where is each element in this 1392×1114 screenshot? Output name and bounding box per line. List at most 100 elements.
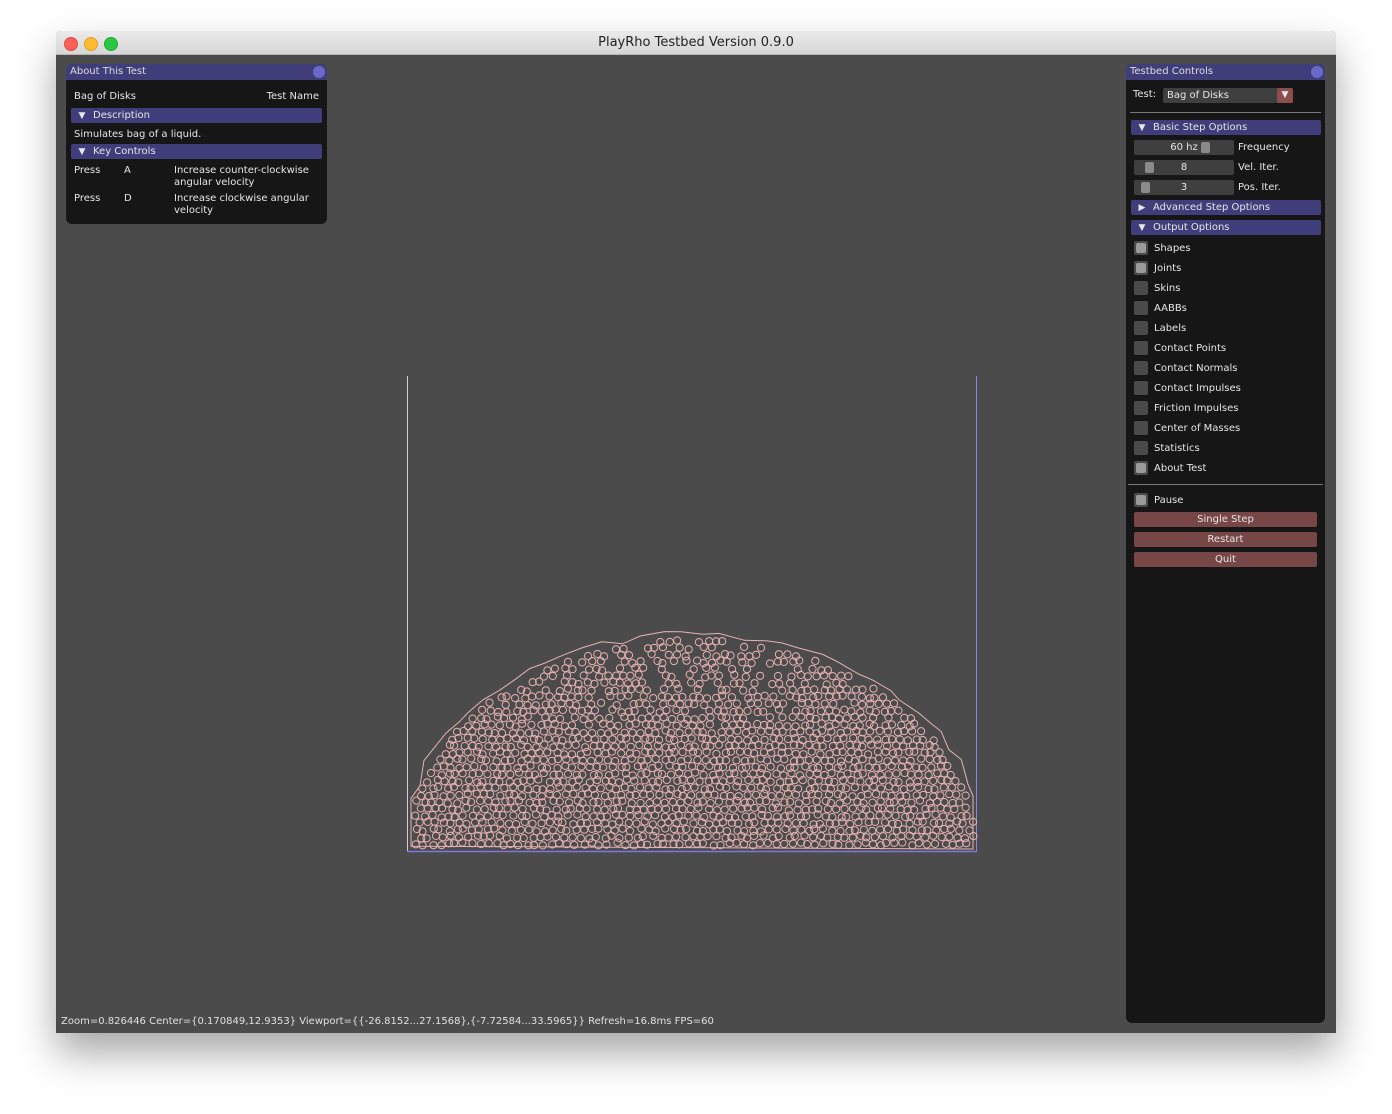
disk [585,778,595,787]
disk [476,796,485,806]
disk [823,734,832,743]
disk [468,839,477,848]
contact-normals-checkbox[interactable] [1134,361,1148,375]
disk [637,714,646,723]
slider-grab-handle[interactable] [1200,142,1210,153]
slider-frequency[interactable]: 60 hz [1134,140,1234,155]
disk [437,841,446,850]
disk [613,838,622,847]
disk [912,791,921,800]
disk [929,792,938,801]
disk [537,707,546,716]
contact-points-checkbox[interactable] [1134,341,1148,355]
advanced-step-options-header[interactable]: ▶ Advanced Step Options [1131,200,1321,215]
disk [636,798,645,808]
disk [484,839,493,848]
key-action: Press [74,193,101,204]
disk [570,713,579,722]
description-header[interactable]: ▼ Description [71,108,322,123]
disk [639,805,648,814]
maximize-window-button[interactable] [104,37,118,51]
collapse-dot-icon[interactable] [1311,66,1323,78]
disk [725,798,734,807]
disk [941,839,951,848]
disk [492,757,501,766]
pause-checkbox[interactable] [1134,493,1148,507]
friction-impulses-checkbox[interactable] [1134,401,1148,415]
minimize-window-button[interactable] [84,37,98,51]
disk [805,785,815,794]
disk [545,777,554,787]
disk [665,637,674,647]
disk [674,684,683,693]
disk [779,771,788,780]
controls-panel-header[interactable]: Testbed Controls [1126,64,1325,80]
dropdown-arrow-icon[interactable]: ▼ [1277,88,1293,103]
disk [814,790,823,799]
disk [412,796,421,805]
disk [509,782,518,792]
disk [837,671,846,680]
restart-button[interactable]: Restart [1134,532,1317,547]
center-of-masses-checkbox[interactable] [1134,421,1148,435]
disk [619,644,628,653]
slider-vel-iter[interactable]: 8 [1134,160,1234,175]
disk [464,722,473,731]
slider-label: Vel. Iter. [1238,162,1279,173]
disk [614,721,623,730]
disk [760,818,769,827]
disk [418,784,427,793]
quit-button[interactable]: Quit [1134,552,1317,567]
close-window-button[interactable] [64,37,78,51]
labels-checkbox[interactable] [1134,321,1148,335]
statistics-checkbox[interactable] [1134,441,1148,455]
disk [611,645,621,654]
test-select[interactable]: Bag of Disks ▼ [1163,88,1293,103]
slider-grab-handle[interactable] [1144,162,1154,173]
disk [806,720,815,729]
disk [870,693,879,703]
key-controls-header[interactable]: ▼ Key Controls [71,144,322,159]
about-test-checkbox[interactable] [1134,461,1148,475]
disk [568,833,577,842]
slider-grab-handle[interactable] [1140,182,1150,193]
disk [957,783,966,792]
basic-step-options-header[interactable]: ▼ Basic Step Options [1131,120,1321,135]
disk [553,764,562,773]
collapse-dot-icon[interactable] [313,66,325,78]
aabbs-checkbox[interactable] [1134,301,1148,315]
disk [478,777,487,786]
contact-impulses-checkbox[interactable] [1134,381,1148,395]
disk [899,742,908,751]
disk [816,750,825,759]
slider-pos-iter[interactable]: 3 [1134,180,1234,195]
disk [764,699,773,708]
output-options-header[interactable]: ▼ Output Options [1131,220,1321,235]
disk [692,811,701,820]
disk [541,686,550,695]
single-step-button[interactable]: Single Step [1134,512,1317,527]
shapes-checkbox[interactable] [1134,241,1148,255]
disk [693,755,702,765]
disk [892,769,901,778]
disk [594,771,603,780]
disk [848,804,858,813]
disk [462,763,471,772]
disk [801,721,810,730]
skins-checkbox[interactable] [1134,281,1148,295]
disk [654,721,663,730]
disk [848,833,857,842]
about-panel-header[interactable]: About This Test [66,64,327,80]
disk [480,805,489,814]
disk [672,832,681,841]
disk [562,671,572,680]
disk [569,789,578,799]
disk [707,671,716,680]
disk [599,719,608,728]
joints-checkbox[interactable] [1134,261,1148,275]
disk [905,778,914,787]
disk [706,713,715,722]
disk [776,764,786,773]
disk [534,775,543,784]
slider-label: Frequency [1238,142,1290,153]
